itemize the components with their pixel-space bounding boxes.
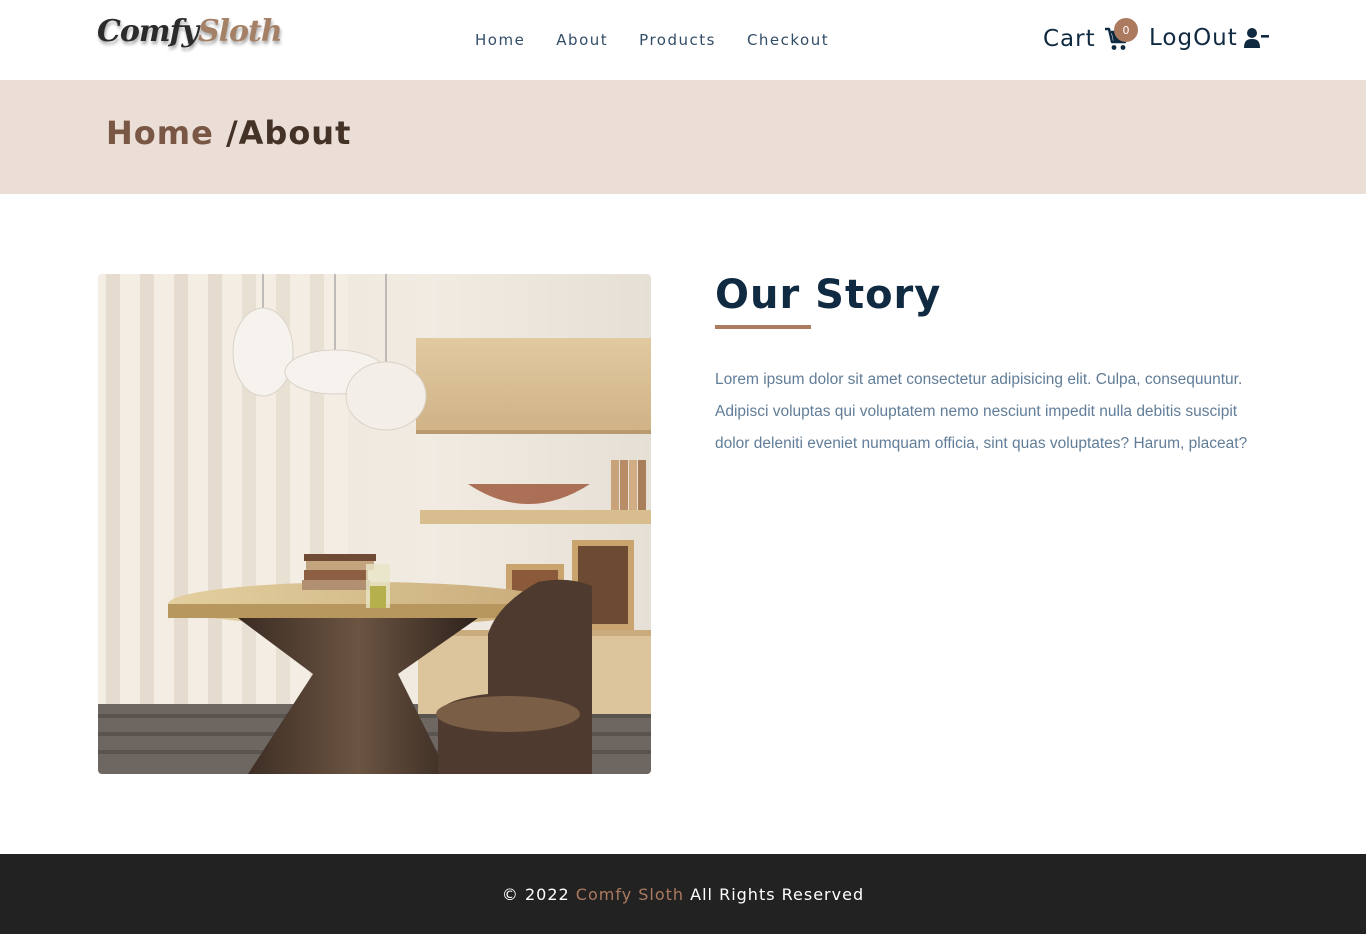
cart-count-badge: 0 — [1114, 18, 1138, 42]
nav-link-home[interactable]: Home — [475, 31, 525, 49]
nav-link-checkout[interactable]: Checkout — [747, 31, 829, 49]
cart-label: Cart — [1043, 26, 1096, 52]
nav-link-about[interactable]: About — [556, 31, 608, 49]
title-underline — [715, 325, 811, 329]
about-image — [98, 274, 651, 774]
logo-part-sloth: Sloth — [197, 14, 283, 49]
page-hero: Home /About — [0, 80, 1366, 194]
footer-rights: All Rights Reserved — [690, 884, 865, 904]
nav-link-products[interactable]: Products — [639, 31, 716, 49]
nav-links: Home About Products Checkout — [475, 31, 860, 49]
footer-brand: Comfy Sloth — [575, 884, 685, 904]
logout-label: LogOut — [1149, 25, 1238, 51]
breadcrumb-home-link[interactable]: Home — [106, 114, 214, 152]
story-title: Our Story — [715, 272, 942, 318]
footer: © 2022 Comfy Sloth All Rights Reserved — [0, 854, 1366, 934]
breadcrumb: Home /About — [106, 114, 351, 152]
breadcrumb-separator: / — [225, 114, 239, 152]
story-text: Lorem ipsum dolor sit amet consectetur a… — [715, 371, 1248, 452]
breadcrumb-current: About — [238, 114, 352, 152]
user-minus-icon — [1243, 27, 1270, 49]
logo-part-comfy: Comfy — [97, 14, 199, 49]
footer-copyright: © 2022 Comfy Sloth All Rights Reserved — [502, 885, 864, 904]
navbar: ComfySloth Home About Products Checkout … — [0, 0, 1366, 80]
footer-copyright-year: © 2022 — [501, 884, 570, 904]
logout-button[interactable]: LogOut — [1149, 25, 1270, 51]
logo[interactable]: ComfySloth — [97, 14, 283, 49]
